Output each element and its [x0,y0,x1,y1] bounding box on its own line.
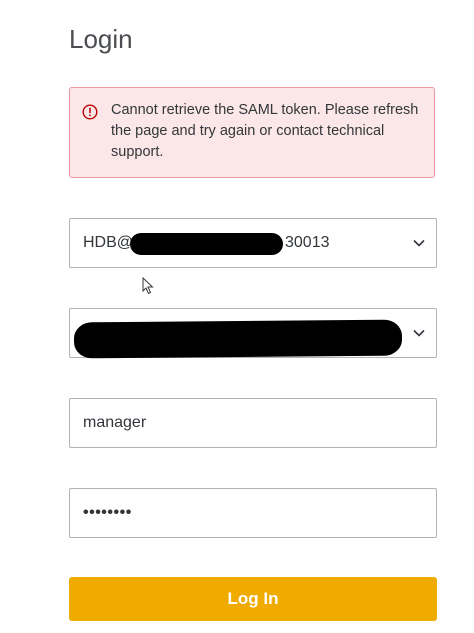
system-select[interactable]: HDB@ 30013 [69,218,437,268]
system-select-suffix: 30013 [285,234,330,251]
redaction-mark [73,319,403,359]
mouse-cursor-icon [142,277,154,295]
error-message-strip: Cannot retrieve the SAML token. Please r… [69,87,435,178]
error-circle-icon [82,104,98,120]
user-select[interactable] [69,308,437,359]
chevron-down-icon[interactable] [412,236,426,250]
login-page: Login Cannot retrieve the SAML token. Pl… [0,0,474,633]
password-input[interactable]: •••••••• [69,488,437,538]
chevron-down-icon[interactable] [412,326,426,340]
username-input[interactable]: manager [69,398,437,448]
password-value: •••••••• [83,504,132,521]
system-select-prefix: HDB@ [83,234,134,251]
username-value: manager [83,414,147,431]
redaction-mark [130,233,283,255]
page-title: Login [69,24,133,54]
error-message-text: Cannot retrieve the SAML token. Please r… [111,102,419,160]
login-button[interactable]: Log In [69,577,437,621]
